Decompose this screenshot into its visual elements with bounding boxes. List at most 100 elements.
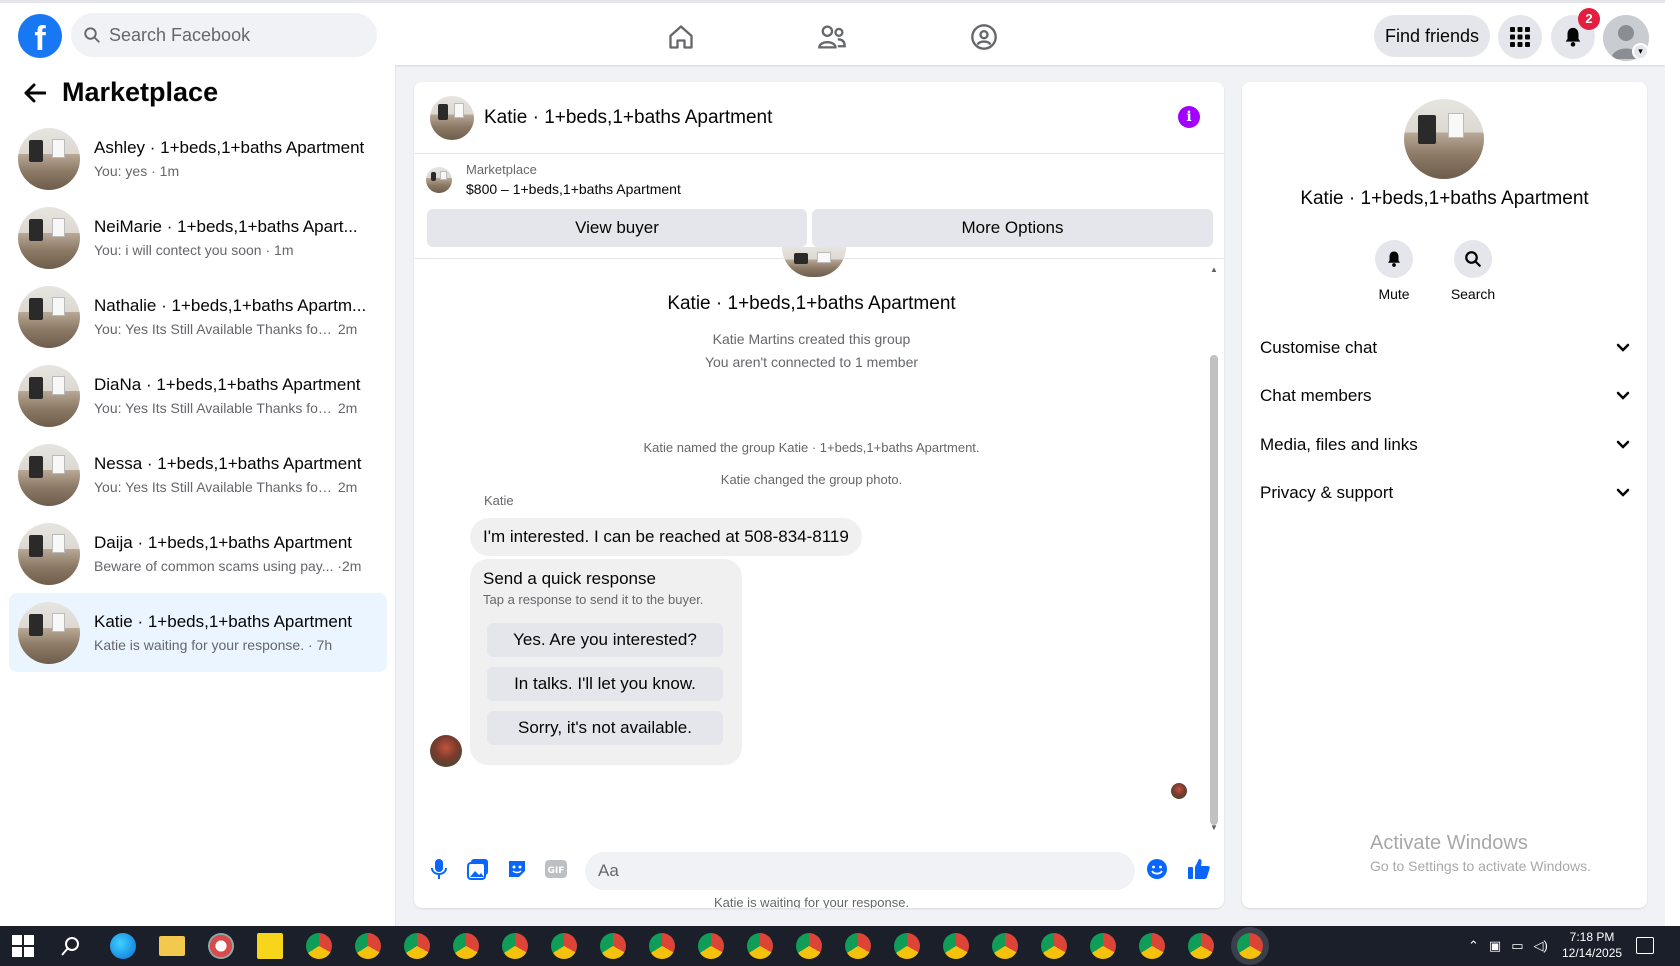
conversation-item[interactable]: NeiMarie · 1+beds,1+baths Apart... You: … <box>9 198 387 277</box>
group-connection-line: You aren't connected to 1 member <box>704 354 919 370</box>
home-icon[interactable] <box>661 17 701 57</box>
network-icon[interactable]: ▭ <box>1511 938 1523 954</box>
search-input[interactable] <box>109 24 349 46</box>
file-explorer-icon[interactable] <box>159 936 185 956</box>
chat-avatar[interactable] <box>430 95 474 140</box>
action-center-icon[interactable] <box>1636 937 1654 954</box>
sender-avatar[interactable] <box>430 735 462 767</box>
conversation-snippet: You: Yes Its Still Available Thanks for … <box>94 479 334 495</box>
conversation-item[interactable]: DiaNa · 1+beds,1+baths Apartment You: Ye… <box>9 356 387 435</box>
microphone-icon[interactable] <box>426 856 452 882</box>
quick-response-button[interactable]: Yes. Are you interested? <box>487 623 723 657</box>
chrome-icon[interactable] <box>1090 933 1116 959</box>
quick-response-button[interactable]: Sorry, it's not available. <box>487 711 723 745</box>
sticker-icon[interactable] <box>504 856 530 882</box>
chrome-icon[interactable] <box>404 933 430 959</box>
windows-start-icon[interactable] <box>12 935 34 957</box>
chat-title[interactable]: Katie · 1+beds,1+baths Apartment <box>484 107 772 129</box>
chat-header: Katie · 1+beds,1+baths Apartment i <box>414 82 1224 154</box>
facebook-logo[interactable]: f <box>18 14 62 58</box>
chrome-icon[interactable] <box>894 933 920 959</box>
chrome-icon[interactable] <box>1041 933 1067 959</box>
customise-chat-section[interactable]: Customise chat <box>1260 328 1630 368</box>
chrome-icon[interactable] <box>306 933 332 959</box>
chat-members-section[interactable]: Chat members <box>1260 376 1630 416</box>
menu-grid-icon[interactable] <box>1498 15 1542 59</box>
message-bubble[interactable]: I'm interested. I can be reached at 508-… <box>470 518 862 556</box>
windows-taskbar: ⌃ ▣ ▭ ◁) 7:18 PM 12/14/2025 <box>0 926 1680 966</box>
quick-response-button[interactable]: In talks. I'll let you know. <box>487 667 723 701</box>
privacy-support-section[interactable]: Privacy & support <box>1260 473 1630 513</box>
taskbar-search-icon[interactable] <box>60 935 82 957</box>
watermark-title: Activate Windows <box>1370 832 1528 854</box>
chrome-icon[interactable] <box>1139 933 1165 959</box>
app-icon[interactable] <box>208 933 234 959</box>
conversation-avatar <box>18 364 80 427</box>
chrome-icon[interactable] <box>502 933 528 959</box>
conversation-item[interactable]: Nessa · 1+beds,1+baths Apartment You: Ye… <box>9 435 387 514</box>
volume-icon[interactable]: ◁) <box>1534 938 1548 954</box>
conversation-avatar <box>18 522 80 585</box>
mute-action[interactable]: Mute <box>1364 240 1424 302</box>
chrome-icon-active[interactable] <box>1237 933 1263 959</box>
chrome-icon[interactable] <box>698 933 724 959</box>
info-icon[interactable]: i <box>1178 106 1200 128</box>
chrome-icon[interactable] <box>845 933 871 959</box>
search-icon <box>1465 251 1481 267</box>
conversation-item[interactable]: Daija · 1+beds,1+baths Apartment Beware … <box>9 514 387 593</box>
chrome-icon[interactable] <box>1188 933 1214 959</box>
chrome-icon[interactable] <box>551 933 577 959</box>
chrome-icon[interactable] <box>943 933 969 959</box>
listing-summary[interactable]: Marketplace $800 – 1+beds,1+baths Apartm… <box>426 162 681 197</box>
group-named-event: Katie named the group Katie · 1+beds,1+b… <box>643 440 980 455</box>
gif-icon[interactable]: GIF <box>543 856 569 882</box>
taskbar-clock[interactable]: 7:18 PM 12/14/2025 <box>1562 929 1622 961</box>
account-chevron-down-icon[interactable]: ▾ <box>1632 43 1649 60</box>
search-box[interactable] <box>71 13 377 57</box>
watermark-subtitle: Go to Settings to activate Windows. <box>1370 858 1591 874</box>
chrome-icon[interactable] <box>796 933 822 959</box>
find-friends-button[interactable]: Find friends <box>1374 15 1490 57</box>
message-composer: GIF <box>414 842 1224 902</box>
message-thread[interactable]: Katie · 1+beds,1+baths Apartment Katie M… <box>414 247 1224 908</box>
chrome-icon[interactable] <box>600 933 626 959</box>
chrome-icon[interactable] <box>992 933 1018 959</box>
page-scrollbar[interactable] <box>1665 0 1680 926</box>
section-label: Chat members <box>1260 386 1372 405</box>
like-thumb-icon[interactable] <box>1186 856 1212 882</box>
listing-source: Marketplace <box>466 162 537 177</box>
back-arrow-icon[interactable] <box>20 78 50 108</box>
tray-chevron-up-icon[interactable]: ⌃ <box>1468 938 1479 954</box>
scroll-up-arrow-icon[interactable]: ▲ <box>1208 265 1220 274</box>
view-buyer-button[interactable]: View buyer <box>427 209 807 247</box>
chrome-icon[interactable] <box>747 933 773 959</box>
conversation-item[interactable]: Ashley · 1+beds,1+baths Apartment You: y… <box>9 119 387 198</box>
photo-icon[interactable] <box>465 856 491 882</box>
chrome-icon[interactable] <box>355 933 381 959</box>
conversation-item[interactable]: Nathalie · 1+beds,1+baths Apartm... You:… <box>9 277 387 356</box>
section-label: Customise chat <box>1260 338 1378 357</box>
chrome-icon[interactable] <box>649 933 675 959</box>
tray-device-icon[interactable]: ▣ <box>1489 938 1501 954</box>
more-options-button[interactable]: More Options <box>812 209 1213 247</box>
emoji-icon[interactable] <box>1144 856 1170 882</box>
groups-icon[interactable] <box>964 17 1004 57</box>
chat-panel: Katie · 1+beds,1+baths Apartment i Marke… <box>414 82 1224 908</box>
message-input[interactable] <box>585 852 1135 890</box>
edge-browser-icon[interactable] <box>110 933 136 959</box>
conversation-time: 2m <box>337 400 358 416</box>
search-action[interactable]: Search <box>1443 240 1503 302</box>
conversation-item-active[interactable]: Katie · 1+beds,1+baths Apartment Katie i… <box>9 593 387 672</box>
media-files-links-section[interactable]: Media, files and links <box>1260 425 1630 465</box>
sidebar-title: Marketplace <box>62 77 219 107</box>
friends-icon[interactable] <box>812 17 852 57</box>
quick-response-card: Send a quick response Tap a response to … <box>470 559 742 765</box>
sticky-notes-icon[interactable] <box>257 933 283 959</box>
scroll-down-arrow-icon[interactable]: ▼ <box>1208 823 1220 832</box>
conversation-time: 7h <box>316 637 333 653</box>
scroll-thumb[interactable] <box>1210 355 1218 825</box>
chat-scrollbar[interactable]: ▲ ▼ <box>1208 265 1220 835</box>
section-label: Media, files and links <box>1260 435 1418 454</box>
group-photo <box>782 247 846 277</box>
chrome-icon[interactable] <box>453 933 479 959</box>
